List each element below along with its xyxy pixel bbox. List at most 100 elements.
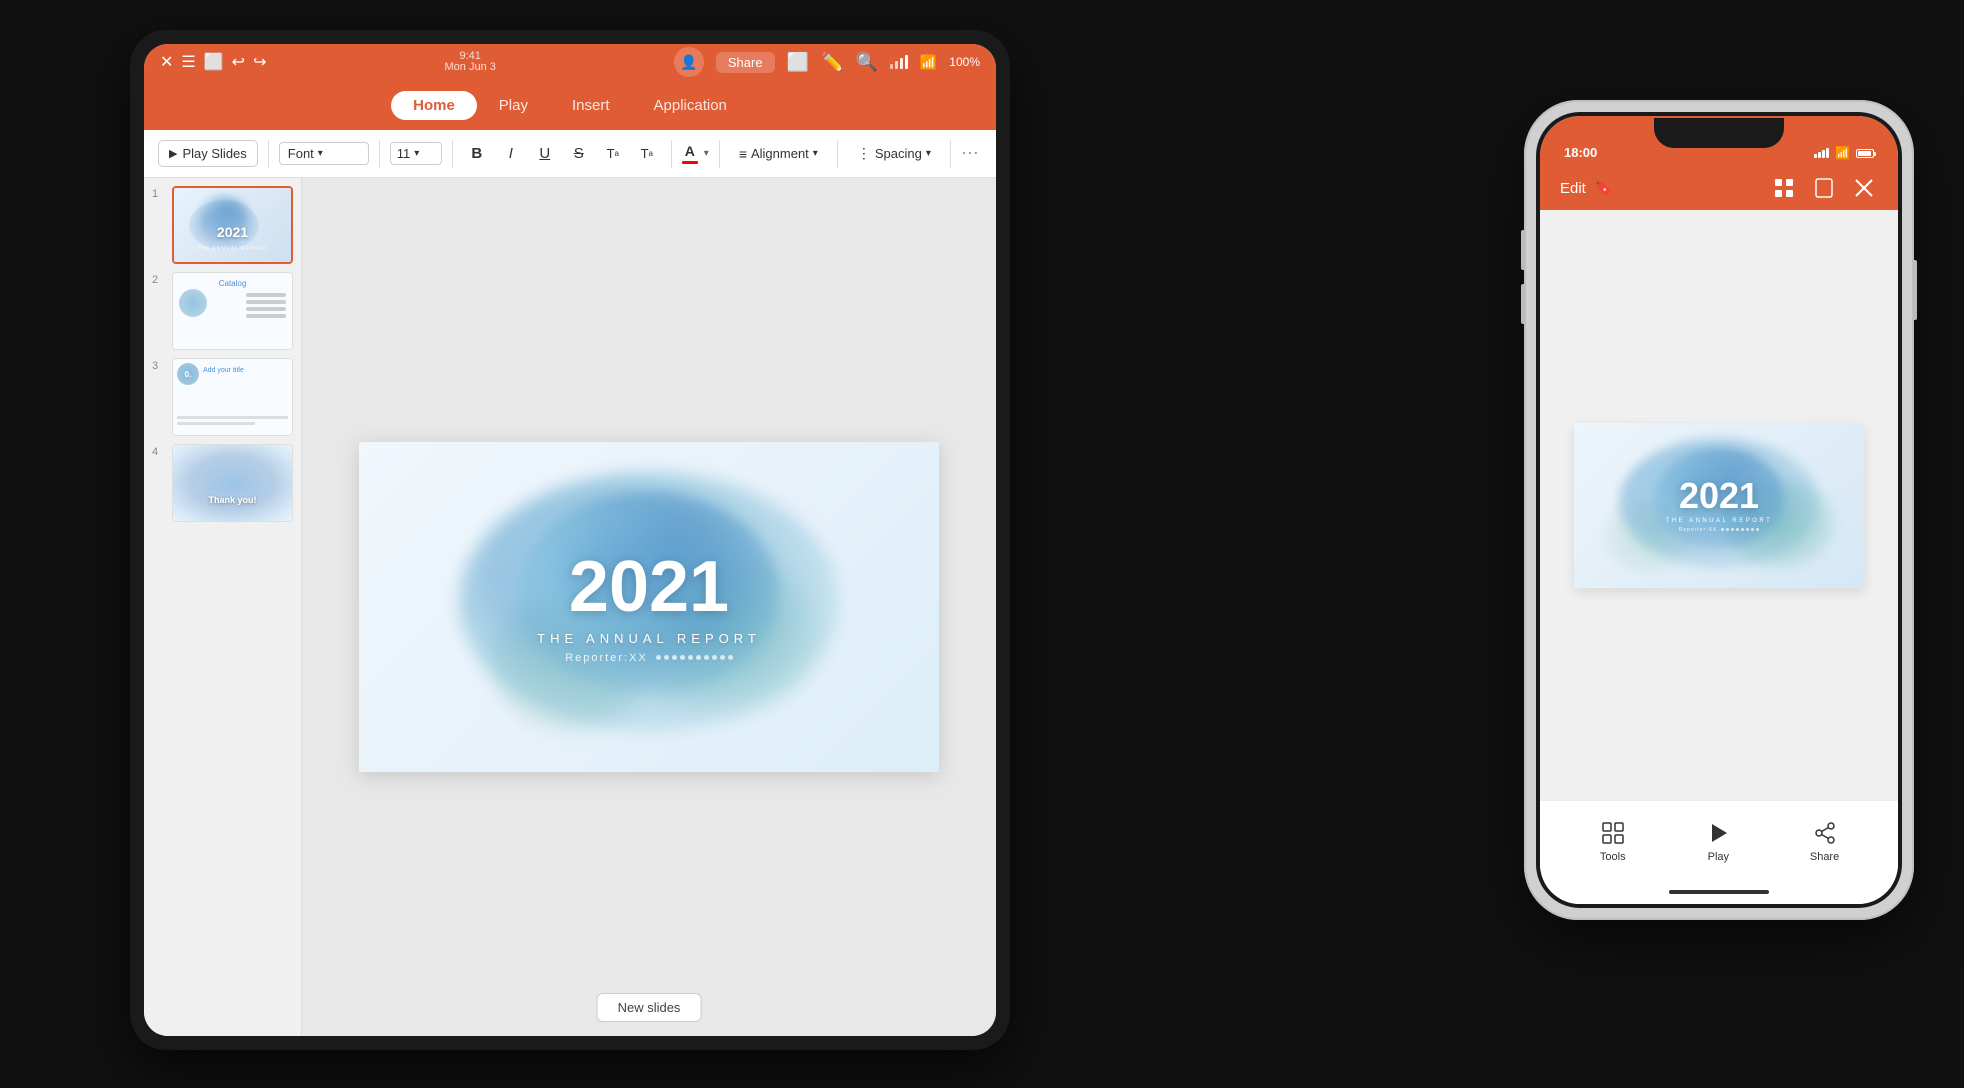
search-icon[interactable]: 🔍 <box>855 52 877 73</box>
tablet-screen: ✕ ☰ ⬜ ↩ ↪ 9:41 Mon Jun 3 👤 <box>144 44 996 1036</box>
slide-thumb-3[interactable]: 0. Add your title <box>172 358 293 436</box>
phone-grid-icon[interactable] <box>1770 174 1798 202</box>
phone-toolbar-left: Edit 🔖 <box>1560 178 1614 198</box>
separator-7 <box>950 140 951 168</box>
phone-close-icon[interactable] <box>1850 174 1878 202</box>
phone-screen: 18:00 📶 <box>1540 116 1898 904</box>
tab-insert[interactable]: Insert <box>550 91 632 120</box>
thumb3-circle: 0. <box>177 363 199 385</box>
phone-volume-down[interactable] <box>1521 284 1525 324</box>
slide-thumb-1[interactable]: 2021 THE ANNUAL REPORT <box>172 186 293 264</box>
spacing-chevron-icon: ▾ <box>926 148 931 159</box>
phone-slide-content: 2021 THE ANNUAL REPORT Reporter:XX <box>1666 478 1773 533</box>
superscript-button[interactable]: Ta <box>599 140 627 168</box>
font-selector[interactable]: Font ▾ <box>279 142 369 165</box>
separator-2 <box>379 140 380 168</box>
phone-bookmark-icon[interactable]: 🔖 <box>1594 178 1614 198</box>
pencil-off-icon[interactable]: ✏️ <box>821 52 843 73</box>
share-button[interactable]: Share <box>716 52 775 73</box>
separator-1 <box>268 140 269 168</box>
underline-button[interactable]: U <box>531 140 559 168</box>
separator-4 <box>671 140 672 168</box>
separator-6 <box>837 140 838 168</box>
tablet-device: ✕ ☰ ⬜ ↩ ↪ 9:41 Mon Jun 3 👤 <box>130 30 1010 1050</box>
chevron-down-icon-2: ▾ <box>414 148 419 159</box>
alignment-button[interactable]: ≡ Alignment ▾ <box>730 142 827 166</box>
phone-side-button[interactable] <box>1913 260 1917 320</box>
phone-device: 18:00 📶 <box>1524 100 1914 920</box>
thumb2-title: Catalog <box>219 279 247 288</box>
slide-number-4: 4 <box>152 444 166 458</box>
alignment-icon: ≡ <box>739 146 747 162</box>
phone-year: 2021 <box>1666 478 1773 514</box>
user-avatar[interactable]: 👤 <box>674 47 704 77</box>
undo-icon[interactable]: ↩ <box>232 52 245 72</box>
subscript-button[interactable]: Ta <box>633 140 661 168</box>
menu-icon[interactable]: ☰ <box>181 52 195 72</box>
slide-item-2: 2 Catalog <box>152 272 293 350</box>
font-color-button[interactable]: A <box>682 143 698 164</box>
color-dropdown-icon[interactable]: ▾ <box>704 148 709 159</box>
tablet-content: 1 2021 THE ANNUAL REPORT 2 <box>144 178 996 1036</box>
more-options-icon[interactable]: ⋯ <box>961 143 979 164</box>
font-size-selector[interactable]: 11 ▾ <box>390 142 442 165</box>
play-icon <box>1704 819 1732 847</box>
scene: ✕ ☰ ⬜ ↩ ↪ 9:41 Mon Jun 3 👤 <box>0 0 1964 1088</box>
play-triangle-icon: ▶ <box>169 147 177 160</box>
phone-notch <box>1654 118 1784 148</box>
tablet-statusbar: ✕ ☰ ⬜ ↩ ↪ 9:41 Mon Jun 3 👤 <box>144 44 996 80</box>
bold-button[interactable]: B <box>463 140 491 168</box>
play-slides-button[interactable]: ▶ Play Slides <box>158 140 258 167</box>
phone-layout-icon[interactable] <box>1810 174 1838 202</box>
spacing-icon: ⋮ <box>857 145 871 162</box>
new-slides-button[interactable]: New slides <box>597 993 702 1022</box>
spacing-button[interactable]: ⋮ Spacing ▾ <box>848 141 940 166</box>
signal-indicator <box>890 55 908 69</box>
slide-thumb-4[interactable]: Thank you! <box>172 444 293 522</box>
slide-item-4: 4 Thank you! <box>152 444 293 522</box>
thumb1-year: 2021 <box>217 224 248 240</box>
phone-status-icons: 📶 <box>1814 146 1874 160</box>
close-icon[interactable]: ✕ <box>160 52 173 72</box>
thumb3-title: Add your title <box>203 367 244 374</box>
tablet-date: Mon Jun 3 <box>445 62 496 73</box>
phone-nav-share[interactable]: Share <box>1810 819 1839 863</box>
phone-toolbar-right <box>1770 174 1878 202</box>
slide-subtitle: THE ANNUAL REPORT <box>537 631 761 646</box>
tab-application[interactable]: Application <box>632 91 749 120</box>
phone-nav-play[interactable]: Play <box>1704 819 1732 863</box>
thumb1-subtitle: THE ANNUAL REPORT <box>197 246 267 252</box>
redo-icon[interactable]: ↪ <box>253 52 266 72</box>
chevron-down-icon: ▾ <box>318 148 323 159</box>
phone-home-bar <box>1669 890 1769 894</box>
view-icon[interactable]: ⬜ <box>787 52 809 73</box>
phone-dots <box>1721 528 1759 531</box>
phone-volume-up[interactable] <box>1521 230 1525 270</box>
slide-reporter: Reporter:XX <box>565 652 733 664</box>
phone-bottom-nav: Tools Play <box>1540 800 1898 880</box>
phone-toolbar: Edit 🔖 <box>1540 166 1898 210</box>
slide-item-3: 3 0. Add your title <box>152 358 293 436</box>
phone-home-indicator[interactable] <box>1540 880 1898 904</box>
edit-label[interactable]: Edit <box>1560 180 1586 197</box>
main-slide[interactable]: 2021 THE ANNUAL REPORT Reporter:XX <box>359 442 939 772</box>
phone-wifi-icon: 📶 <box>1835 146 1850 160</box>
phone-inner: 18:00 📶 <box>1536 112 1902 908</box>
play-label: Play <box>1708 851 1729 863</box>
tools-icon <box>1599 819 1627 847</box>
tab-play[interactable]: Play <box>477 91 550 120</box>
slide-panel: 1 2021 THE ANNUAL REPORT 2 <box>144 178 302 1036</box>
battery-indicator: 100% <box>949 55 980 69</box>
slide-year: 2021 <box>569 551 729 623</box>
slide-thumb-2[interactable]: Catalog <box>172 272 293 350</box>
statusbar-right: 👤 Share ⬜ ✏️ 🔍 <box>674 47 980 77</box>
tab-home[interactable]: Home <box>391 91 477 120</box>
phone-nav-tools[interactable]: Tools <box>1599 819 1627 863</box>
italic-button[interactable]: I <box>497 140 525 168</box>
share-label: Share <box>1810 851 1839 863</box>
bookmark-icon[interactable]: ⬜ <box>204 52 224 72</box>
strikethrough-button[interactable]: S <box>565 140 593 168</box>
phone-slide[interactable]: 2021 THE ANNUAL REPORT Reporter:XX <box>1574 423 1864 588</box>
slide-content: 2021 THE ANNUAL REPORT Reporter:XX <box>537 551 761 664</box>
phone-reporter: Reporter:XX <box>1666 527 1773 533</box>
